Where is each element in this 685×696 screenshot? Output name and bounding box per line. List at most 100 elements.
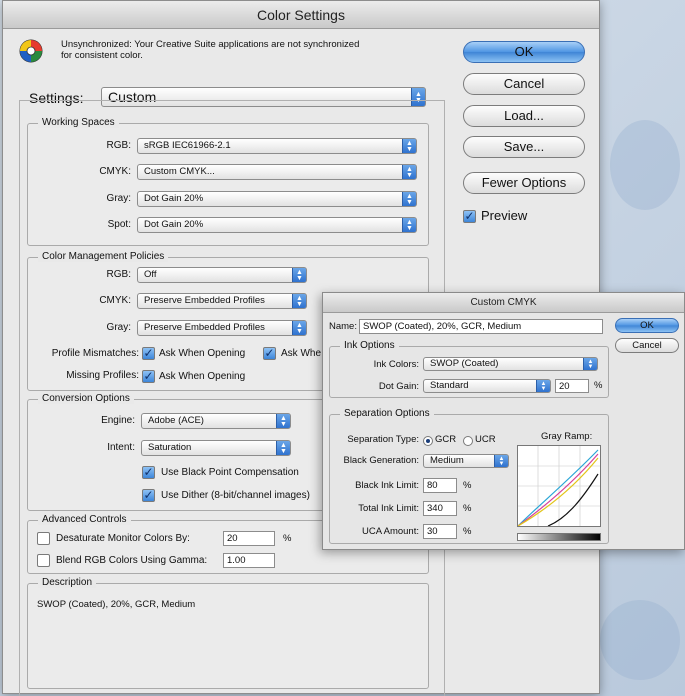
gray-ramp-label: Gray Ramp: (541, 431, 593, 442)
desaturate-unit: % (283, 533, 292, 544)
dot-gain-field[interactable]: 20 (555, 379, 589, 393)
intent-label: Intent: (107, 442, 135, 453)
policy-cmyk-label: CMYK: (99, 295, 131, 306)
working-spaces-title: Working Spaces (38, 117, 119, 128)
missing-ask-opening-label: Ask When Opening (159, 371, 246, 382)
ws-gray-popup[interactable]: Dot Gain 20% ▲ ▼ (137, 191, 417, 207)
desaturate-field[interactable]: 20 (223, 531, 275, 546)
cmyk-name-label: Name: (329, 321, 357, 332)
policy-gray-popup[interactable]: Preserve Embedded Profiles ▲ ▼ (137, 320, 307, 336)
cancel-button[interactable]: Cancel (463, 73, 585, 95)
mismatch-ask-opening-checkbox[interactable]: ✓ (142, 347, 155, 360)
uca-amount-label: UCA Amount: (361, 526, 419, 537)
ucr-radio[interactable] (463, 436, 473, 446)
ws-gray-value: Dot Gain 20% (144, 193, 204, 204)
ok-button[interactable]: OK (463, 41, 585, 63)
desaturate-checkbox[interactable] (37, 532, 50, 545)
desaturate-label: Desaturate Monitor Colors By: (56, 533, 190, 544)
mismatch-ask-pasting-checkbox[interactable]: ✓ (263, 347, 276, 360)
sync-message: Unsynchronized: Your Creative Suite appl… (61, 39, 360, 61)
popup-arrow-icon: ▲ ▼ (402, 192, 416, 206)
black-generation-label: Black Generation: (343, 455, 419, 466)
popup-arrow-icon: ▲ ▼ (402, 218, 416, 232)
engine-label: Engine: (101, 415, 135, 426)
total-ink-limit-unit: % (463, 503, 472, 514)
ink-options-title: Ink Options (340, 340, 399, 351)
gray-ramp-gradient (517, 533, 601, 541)
cmyk-name-field[interactable]: SWOP (Coated), 20%, GCR, Medium (359, 319, 603, 334)
blend-gamma-checkbox[interactable] (37, 554, 50, 567)
policy-rgb-popup[interactable]: Off ▲ ▼ (137, 267, 307, 283)
separation-type-label: Separation Type: (347, 434, 419, 445)
popup-arrow-icon: ▲ ▼ (276, 414, 290, 428)
black-point-checkbox[interactable]: ✓ (142, 466, 155, 479)
policy-rgb-value: Off (144, 269, 157, 280)
color-wheel-icon (19, 39, 43, 63)
popup-arrow-icon: ▲ ▼ (402, 139, 416, 153)
popup-arrow-icon: ▲ ▼ (292, 268, 306, 282)
policy-gray-label: Gray: (106, 322, 131, 333)
blend-gamma-label: Blend RGB Colors Using Gamma: (56, 555, 208, 566)
save-button[interactable]: Save... (463, 136, 585, 158)
mismatch-ask-opening-label: Ask When Opening (159, 348, 246, 359)
dot-gain-popup[interactable]: Standard ▲ ▼ (423, 379, 551, 393)
ink-colors-popup[interactable]: SWOP (Coated) ▲ ▼ (423, 357, 598, 371)
custom-cmyk-dialog: Custom CMYK Name: SWOP (Coated), 20%, GC… (322, 292, 685, 550)
profile-mismatches-label: Profile Mismatches: (51, 348, 139, 359)
popup-arrow-icon: ▲ ▼ (292, 294, 306, 308)
gray-ramp-graph (517, 445, 601, 527)
uca-amount-field[interactable]: 30 (423, 524, 457, 539)
background-shape (610, 120, 680, 210)
ucr-label: UCR (475, 434, 496, 445)
ink-colors-label: Ink Colors: (373, 359, 419, 370)
dot-gain-label: Dot Gain: (378, 381, 419, 392)
ws-spot-label: Spot: (107, 219, 131, 230)
cmyk-ok-button[interactable]: OK (615, 318, 679, 333)
advanced-title: Advanced Controls (38, 514, 131, 525)
engine-popup[interactable]: Adobe (ACE) ▲ ▼ (141, 413, 291, 429)
fewer-options-button[interactable]: Fewer Options (463, 172, 585, 194)
black-ink-limit-label: Black Ink Limit: (355, 480, 419, 491)
dialog-title: Color Settings (3, 1, 599, 29)
total-ink-limit-field[interactable]: 340 (423, 501, 457, 516)
gcr-label: GCR (435, 434, 457, 445)
black-ink-limit-field[interactable]: 80 (423, 478, 457, 493)
black-generation-popup[interactable]: Medium ▲ ▼ (423, 454, 509, 468)
ws-rgb-popup[interactable]: sRGB IEC61966-2.1 ▲ ▼ (137, 138, 417, 154)
black-point-label: Use Black Point Compensation (161, 467, 299, 478)
ws-gray-label: Gray: (106, 193, 131, 204)
ws-cmyk-value: Custom CMYK... (144, 166, 215, 177)
ink-colors-value: SWOP (Coated) (430, 358, 499, 369)
dither-checkbox[interactable]: ✓ (142, 489, 155, 502)
popup-arrow-icon: ▲ ▼ (583, 358, 597, 370)
mismatch-ask-pasting-label: Ask Whe (281, 348, 322, 359)
load-button[interactable]: Load... (463, 105, 585, 127)
dither-label: Use Dither (8-bit/channel images) (161, 490, 310, 501)
uca-amount-unit: % (463, 526, 472, 537)
ws-spot-popup[interactable]: Dot Gain 20% ▲ ▼ (137, 217, 417, 233)
ws-rgb-label: RGB: (106, 140, 131, 151)
preview-label: Preview (481, 208, 528, 223)
policies-title: Color Management Policies (38, 251, 169, 262)
cmyk-cancel-button[interactable]: Cancel (615, 338, 679, 353)
popup-arrow-icon: ▲ ▼ (494, 455, 508, 467)
gcr-radio[interactable] (423, 436, 433, 446)
custom-cmyk-title: Custom CMYK (323, 293, 684, 313)
ws-cmyk-label: CMYK: (99, 166, 131, 177)
blend-gamma-field[interactable]: 1.00 (223, 553, 275, 568)
missing-profiles-label: Missing Profiles: (66, 370, 139, 381)
popup-arrow-icon: ▲ ▼ (536, 380, 550, 392)
intent-value: Saturation (148, 442, 192, 453)
engine-value: Adobe (ACE) (148, 415, 204, 426)
preview-checkbox[interactable]: ✓ (463, 210, 476, 223)
policy-cmyk-popup[interactable]: Preserve Embedded Profiles ▲ ▼ (137, 293, 307, 309)
separation-title: Separation Options (340, 408, 434, 419)
total-ink-limit-label: Total Ink Limit: (358, 503, 419, 514)
intent-popup[interactable]: Saturation ▲ ▼ (141, 440, 291, 456)
black-generation-value: Medium (430, 455, 464, 466)
ws-cmyk-popup[interactable]: Custom CMYK... ▲ ▼ (137, 164, 417, 180)
ws-spot-value: Dot Gain 20% (144, 219, 204, 230)
popup-arrow-icon: ▲ ▼ (292, 321, 306, 335)
missing-ask-opening-checkbox[interactable]: ✓ (142, 370, 155, 383)
black-ink-limit-unit: % (463, 480, 472, 491)
